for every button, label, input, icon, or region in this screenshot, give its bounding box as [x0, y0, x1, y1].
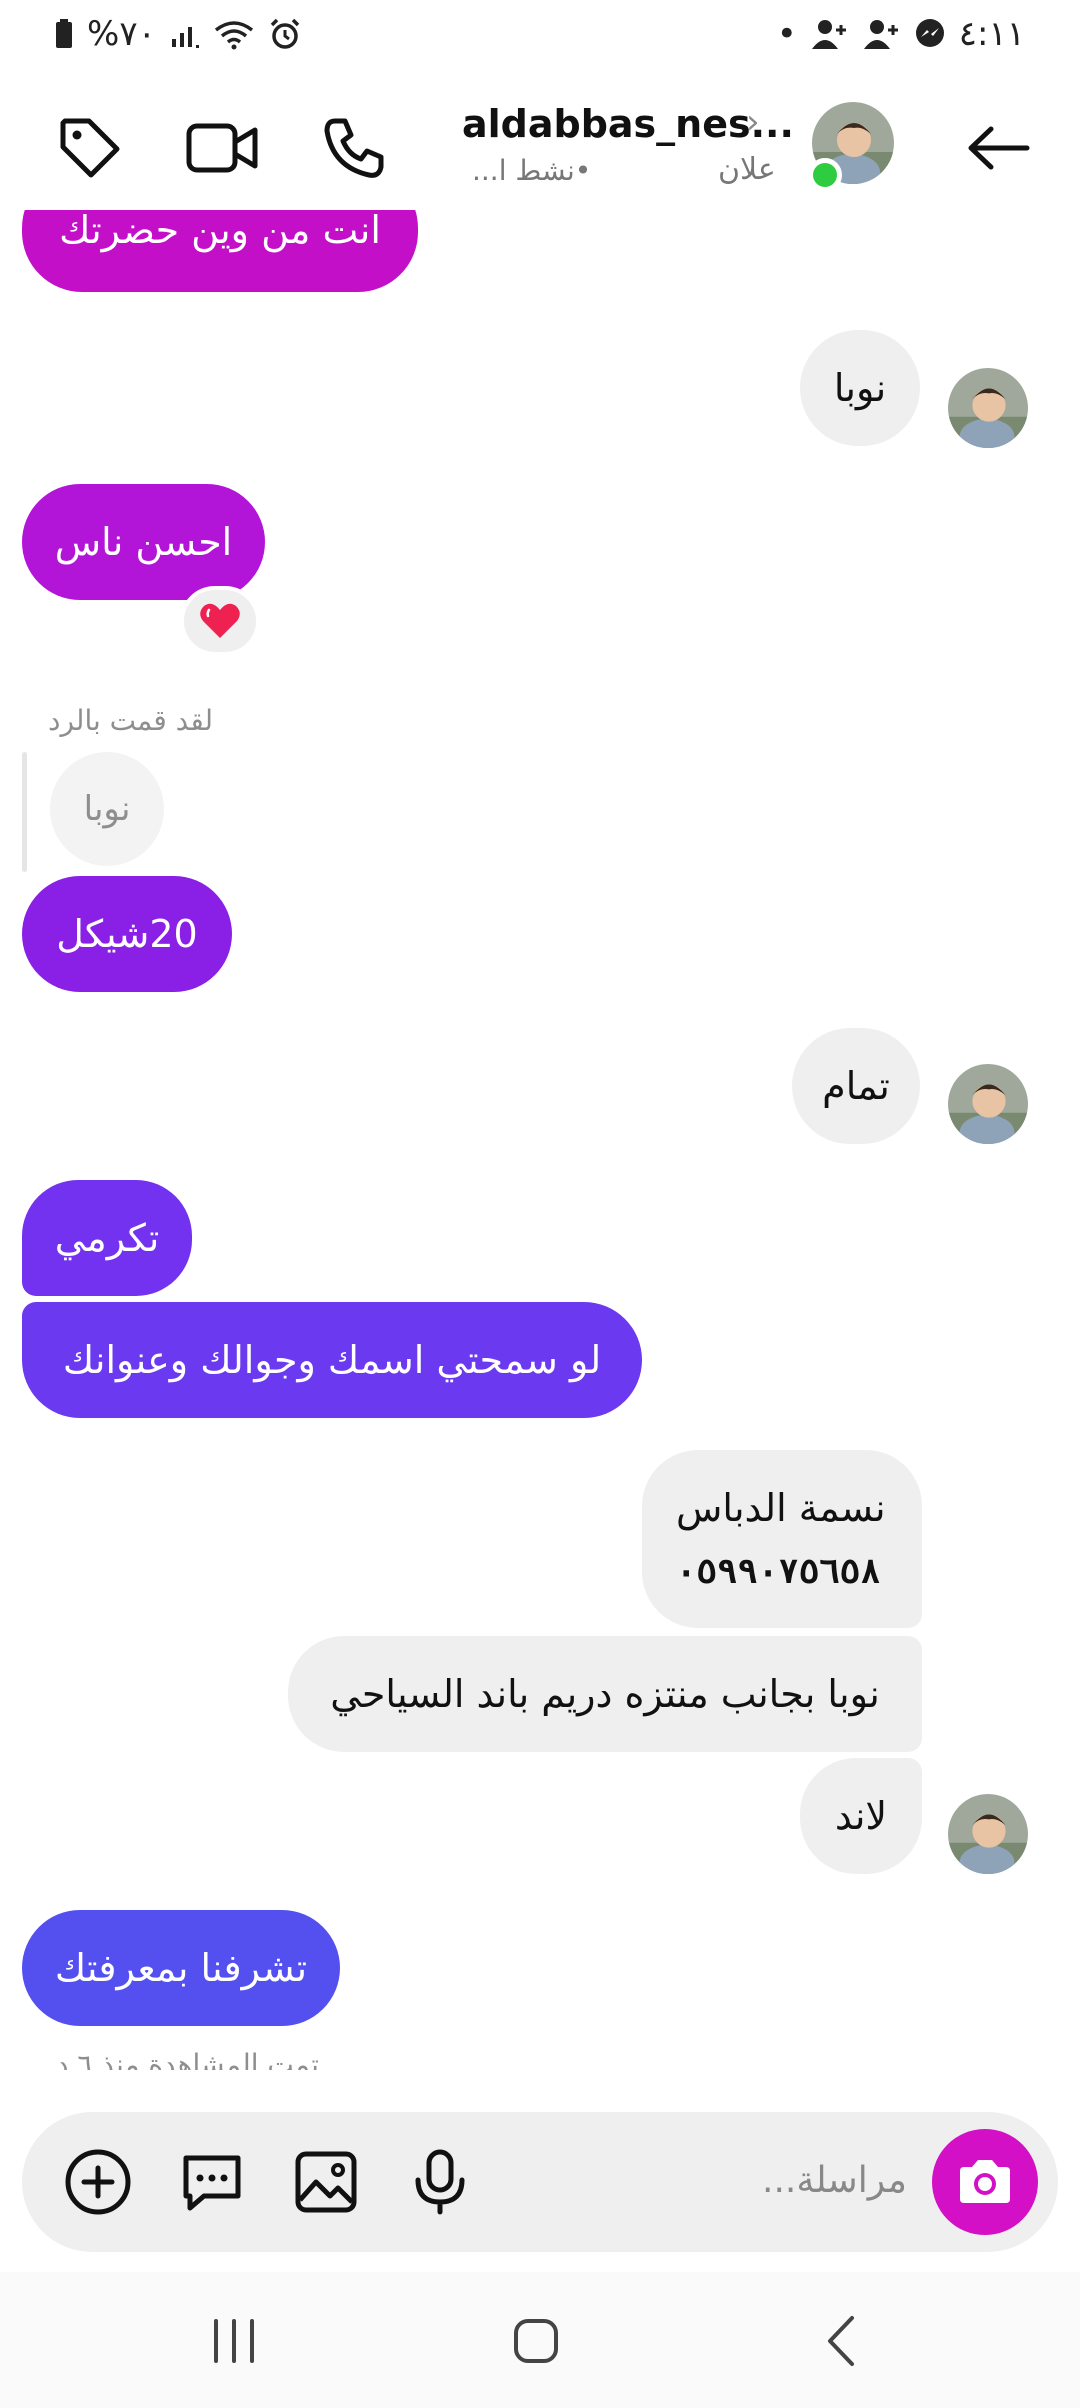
message-text: تكرمي	[54, 1216, 160, 1260]
message-text: 20شيكل	[56, 912, 198, 956]
tag-button[interactable]	[52, 110, 128, 186]
camera-button[interactable]	[932, 2129, 1038, 2235]
phone-icon	[324, 118, 384, 178]
message-text: لاند	[834, 1794, 888, 1838]
message-bubble-incoming[interactable]: نسمة الدباس ٠٥٩٩٠٧٥٦٥٨	[642, 1450, 922, 1628]
back-arrow-icon	[968, 126, 1030, 170]
voice-message-button[interactable]	[400, 2142, 480, 2222]
activity-status: •نشط ا...	[472, 154, 592, 187]
signal-icon	[171, 27, 199, 48]
message-text-line: ٠٥٩٩٠٧٥٦٥٨	[676, 1552, 881, 1592]
chevron-right-icon[interactable]: ›	[746, 102, 760, 142]
add-icon	[65, 2149, 131, 2215]
message-text-line: نسمة الدباس	[676, 1486, 886, 1530]
mic-icon	[415, 2149, 465, 2215]
home-icon	[514, 2319, 558, 2363]
alarm-icon	[270, 18, 300, 49]
camera-icon	[960, 2160, 1010, 2203]
status-bar: %٧٠ • ٤:١١	[0, 0, 1080, 72]
sender-avatar[interactable]	[948, 1794, 1028, 1874]
heart-icon	[200, 603, 240, 638]
recents-button[interactable]	[194, 2306, 274, 2376]
status-right: • ٤:١١	[777, 14, 1025, 54]
message-bubble-outgoing[interactable]: انت من وين حضرتك	[22, 210, 418, 292]
nav-back-button[interactable]	[800, 2306, 880, 2376]
reaction-badge[interactable]	[180, 586, 260, 656]
message-text: نوبا بجانب منتزه دريم باند السياحي	[330, 1672, 880, 1716]
message-bubble-incoming[interactable]: نوبا بجانب منتزه دريم باند السياحي	[288, 1636, 922, 1752]
reply-quote-text: نوبا	[83, 789, 131, 829]
message-text: انت من وين حضرتك	[59, 210, 381, 252]
message-text: لو سمحتي اسمك وجوالك وعنوانك	[62, 1338, 602, 1382]
message-bubble-outgoing[interactable]: 20شيكل	[22, 876, 232, 992]
message-bubble-outgoing[interactable]: تكرمي	[22, 1180, 192, 1296]
seen-status: تمت المشاهدة منذ ٦ د	[56, 2048, 319, 2070]
wifi-icon	[214, 21, 253, 50]
video-call-button[interactable]	[184, 110, 260, 186]
battery-icon	[56, 19, 72, 48]
add-button[interactable]	[58, 2142, 138, 2222]
message-bubble-incoming[interactable]: لاند	[800, 1758, 922, 1874]
message-input[interactable]: مراسلة...	[762, 2160, 907, 2201]
back-button[interactable]	[960, 110, 1036, 186]
sender-avatar[interactable]	[948, 368, 1028, 448]
home-button[interactable]	[496, 2306, 576, 2376]
status-left: %٧٠	[55, 14, 302, 54]
message-text: تشرفنا بمعرفتك	[54, 1946, 308, 1990]
status-dot: •	[776, 14, 797, 54]
message-text: نوبا	[833, 366, 887, 410]
message-bubble-outgoing[interactable]: لو سمحتي اسمك وجوالك وعنوانك	[22, 1302, 642, 1418]
system-nav-bar	[0, 2272, 1080, 2408]
message-text: احسن ناس	[54, 520, 233, 564]
display-name: علان	[718, 152, 776, 187]
sticker-button[interactable]	[172, 2142, 252, 2222]
gallery-icon	[295, 2151, 357, 2213]
message-bubble-outgoing[interactable]: تشرفنا بمعرفتك	[22, 1910, 340, 2026]
messenger-icon	[915, 19, 944, 47]
gallery-button[interactable]	[286, 2142, 366, 2222]
message-bubble-incoming[interactable]: تمام	[792, 1028, 920, 1144]
reply-label: لقد قمت بالرد	[48, 704, 214, 737]
person-add-icon	[811, 20, 846, 49]
reply-bar	[22, 752, 27, 872]
recents-icon	[214, 2319, 254, 2363]
online-indicator	[808, 158, 842, 192]
person-add-icon-2	[863, 20, 898, 49]
video-call-icon	[186, 123, 258, 173]
chat-username[interactable]: aldabbas_nes...	[462, 102, 794, 146]
message-text: تمام	[822, 1064, 890, 1108]
tag-icon	[60, 118, 120, 178]
sticker-icon	[183, 2155, 241, 2211]
message-composer[interactable]: مراسلة...	[22, 2112, 1058, 2252]
sender-avatar[interactable]	[948, 1064, 1028, 1144]
reply-quote[interactable]: نوبا	[50, 752, 164, 866]
battery-percent: %٧٠	[87, 14, 156, 54]
message-thread[interactable]: انت من وين حضرتك نوبا احسن ناس لقد قمت ب…	[0, 210, 1080, 2070]
chat-header: aldabbas_nes... › •نشط ا... علان	[0, 80, 1080, 210]
message-bubble-incoming[interactable]: نوبا	[800, 330, 920, 446]
nav-back-icon	[828, 2316, 854, 2366]
voice-call-button[interactable]	[316, 110, 392, 186]
status-time: ٤:١١	[958, 14, 1025, 54]
message-bubble-outgoing[interactable]: احسن ناس	[22, 484, 265, 600]
